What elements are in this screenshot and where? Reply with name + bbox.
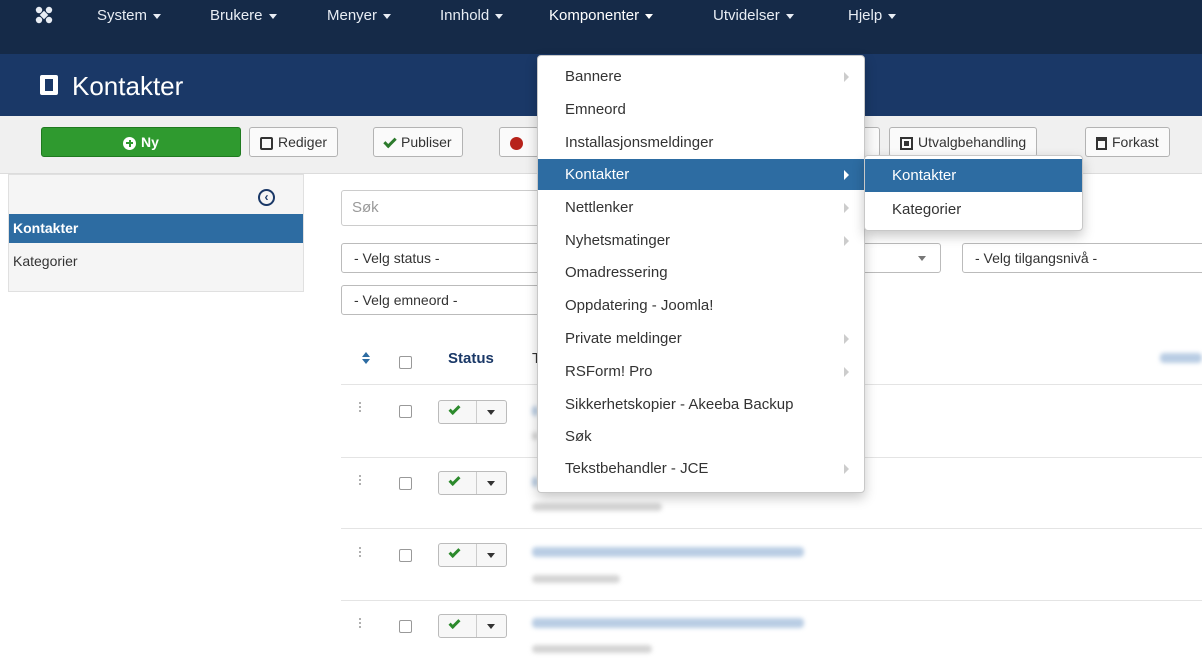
address-book-icon — [40, 75, 58, 95]
drag-handle-icon[interactable] — [358, 617, 362, 629]
nav-menu-menus[interactable]: Menyer — [327, 2, 392, 30]
nav-menu-components[interactable]: Komponenter — [549, 2, 654, 30]
published-check-icon — [448, 402, 461, 416]
tag-filter-select[interactable]: - Velg emneord - — [341, 285, 551, 315]
caret-down-icon — [495, 13, 504, 19]
trash-icon — [1096, 136, 1107, 150]
nav-menu-users[interactable]: Brukere — [210, 2, 277, 30]
contact-meta — [532, 503, 662, 511]
components-dropdown-menu: Bannere Emneord Installasjonsmeldinger K… — [537, 55, 865, 493]
page-title: Kontakter — [72, 71, 184, 101]
search-input[interactable]: Søk — [341, 190, 551, 226]
select-all-checkbox[interactable] — [399, 356, 412, 369]
status-column-header[interactable]: Status — [448, 350, 494, 367]
contact-meta — [532, 645, 652, 653]
published-check-icon — [448, 473, 461, 487]
batch-button[interactable]: Utvalgbehandling — [889, 127, 1038, 157]
caret-down-icon — [487, 624, 495, 629]
menu-item-banners[interactable]: Bannere — [538, 61, 864, 92]
contact-title-link[interactable] — [532, 618, 804, 628]
top-navbar: System Brukere Menyer Innhold Komponente… — [0, 0, 1202, 54]
joomla-logo-icon[interactable] — [34, 5, 54, 25]
caret-down-icon — [383, 13, 392, 19]
check-icon — [383, 134, 397, 149]
caret-down-icon — [785, 13, 794, 19]
chevron-right-icon — [844, 464, 849, 474]
menu-item-joomla-update[interactable]: Oppdatering - Joomla! — [538, 290, 864, 321]
nav-menu-content[interactable]: Innhold — [440, 2, 504, 30]
menu-item-newsfeeds[interactable]: Nyhetsmatinger — [538, 225, 864, 256]
contacts-submenu: Kontakter Kategorier — [864, 155, 1083, 231]
drag-handle-icon[interactable] — [358, 401, 362, 413]
menu-item-contacts[interactable]: Kontakter — [538, 159, 864, 190]
menu-item-akeeba-backup[interactable]: Sikkerhetskopier - Akeeba Backup — [538, 389, 864, 420]
status-toggle[interactable] — [438, 543, 507, 567]
sidebar: ‹ Kontakter Kategorier — [8, 174, 304, 292]
status-toggle[interactable] — [438, 471, 507, 495]
row-checkbox[interactable] — [399, 549, 412, 562]
submenu-item-contacts[interactable]: Kontakter — [865, 159, 1082, 192]
sidebar-item-contacts[interactable]: Kontakter — [9, 214, 303, 243]
status-toggle[interactable] — [438, 400, 507, 424]
drag-handle-icon[interactable] — [358, 546, 362, 558]
chevron-right-icon — [844, 72, 849, 82]
access-filter-select[interactable]: - Velg tilgangsnivå - — [962, 243, 1202, 273]
row-checkbox[interactable] — [399, 477, 412, 490]
nav-menu-system[interactable]: System — [97, 2, 162, 30]
column-header-blurred — [1160, 353, 1202, 363]
new-button[interactable]: Ny — [41, 127, 241, 157]
sidebar-item-categories[interactable]: Kategorier — [9, 247, 303, 276]
menu-item-installation-messages[interactable]: Installasjonsmeldinger — [538, 127, 864, 158]
chevron-right-icon — [844, 334, 849, 344]
plus-circle-icon — [123, 136, 137, 150]
menu-item-tags[interactable]: Emneord — [538, 94, 864, 125]
row-checkbox[interactable] — [399, 620, 412, 633]
published-check-icon — [448, 616, 461, 630]
chevron-right-icon — [844, 367, 849, 377]
nav-menu-help[interactable]: Hjelp — [848, 2, 897, 30]
unpublish-icon — [510, 136, 523, 150]
menu-item-search[interactable]: Søk — [538, 421, 864, 452]
menu-item-jce-editor[interactable]: Tekstbehandler - JCE — [538, 453, 864, 484]
row-checkbox[interactable] — [399, 405, 412, 418]
caret-down-icon — [153, 13, 162, 19]
nav-menu-extensions[interactable]: Utvidelser — [713, 2, 794, 30]
chevron-down-icon — [918, 256, 926, 261]
edit-icon — [260, 136, 273, 150]
chevron-right-icon — [844, 236, 849, 246]
menu-item-private-messages[interactable]: Private meldinger — [538, 323, 864, 354]
collapse-sidebar-icon[interactable]: ‹ — [258, 189, 275, 206]
sort-icon[interactable] — [362, 352, 370, 364]
caret-down-icon — [268, 13, 277, 19]
published-check-icon — [448, 545, 461, 559]
submenu-item-categories[interactable]: Kategorier — [865, 193, 1082, 226]
chevron-right-icon — [844, 170, 849, 180]
menu-item-weblinks[interactable]: Nettlenker — [538, 192, 864, 223]
row-divider — [341, 600, 1202, 601]
edit-button[interactable]: Rediger — [249, 127, 339, 157]
contact-title-link[interactable] — [532, 547, 804, 557]
chevron-right-icon — [844, 203, 849, 213]
caret-down-icon — [888, 13, 897, 19]
menu-item-redirect[interactable]: Omadressering — [538, 257, 864, 288]
menu-item-rsform-pro[interactable]: RSForm! Pro — [538, 356, 864, 387]
drag-handle-icon[interactable] — [358, 474, 362, 486]
status-toggle[interactable] — [438, 614, 507, 638]
trash-button[interactable]: Forkast — [1085, 127, 1170, 157]
caret-down-icon — [487, 481, 495, 486]
unpublish-button[interactable] — [499, 127, 539, 157]
contact-meta — [532, 575, 620, 583]
row-divider — [341, 528, 1202, 529]
caret-down-icon — [487, 410, 495, 415]
caret-down-icon — [487, 553, 495, 558]
batch-icon — [900, 136, 913, 150]
publish-button[interactable]: Publiser — [373, 127, 463, 157]
caret-down-icon — [645, 13, 654, 19]
